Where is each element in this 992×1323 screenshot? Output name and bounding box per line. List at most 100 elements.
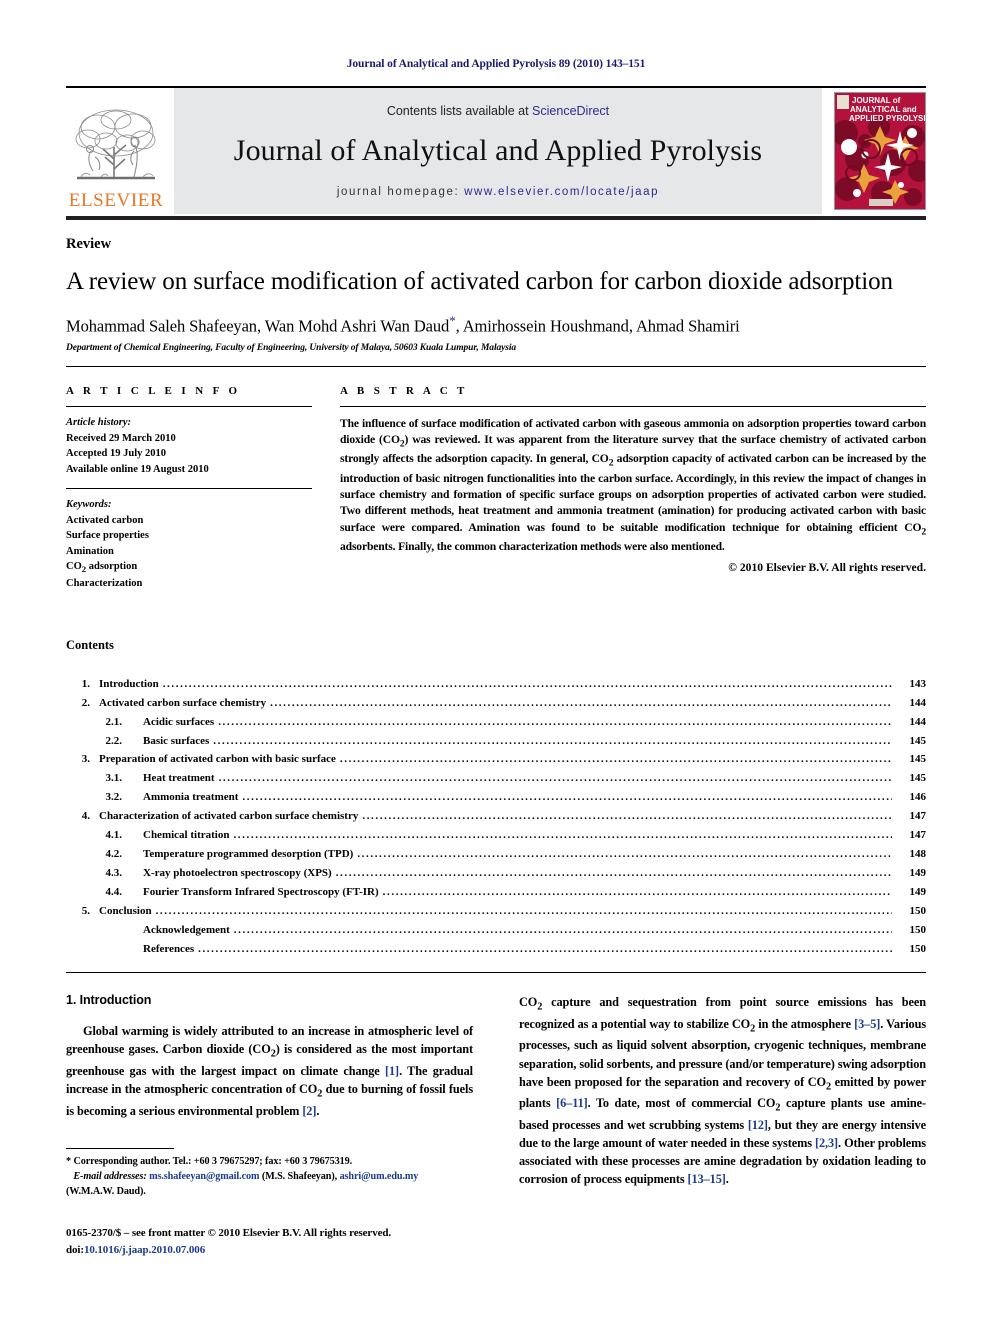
elsevier-logo: ELSEVIER bbox=[66, 88, 166, 214]
toc-entry-number: 4.3. bbox=[105, 866, 123, 879]
toc-entry[interactable]: 3.1. Heat treatment......................… bbox=[66, 769, 927, 788]
toc-leader-dots: ........................................… bbox=[362, 810, 892, 823]
toc-entry-number: 3.1. bbox=[105, 772, 123, 785]
toc-entry-page: 147 bbox=[909, 829, 927, 842]
toc-entry-label: Characterization of activated carbon sur… bbox=[99, 810, 359, 823]
toc-entry-page: 149 bbox=[909, 885, 927, 898]
article-info-column: A R T I C L E I N F O Article history: R… bbox=[66, 385, 312, 592]
abstract-rule bbox=[340, 406, 926, 407]
article-type: Review bbox=[66, 236, 112, 252]
toc-leader-dots: ........................................… bbox=[270, 696, 892, 709]
article-info-rule bbox=[66, 406, 312, 407]
toc-entry-number: 3. bbox=[81, 753, 90, 766]
issn-text: 0165-2370/$ – see front matter © 2010 El… bbox=[66, 1227, 392, 1240]
toc-entry[interactable]: 2.1. Acidic surfaces.....................… bbox=[66, 713, 927, 732]
journal-article-page: Journal of Analytical and Applied Pyroly… bbox=[0, 0, 992, 1323]
running-head: Journal of Analytical and Applied Pyroly… bbox=[346, 58, 646, 70]
toc-entry-number: 2. bbox=[81, 696, 90, 709]
doi-link[interactable]: 10.1016/j.jaap.2010.07.006 bbox=[84, 1244, 205, 1256]
toc-entry-label: Conclusion bbox=[99, 904, 152, 917]
history-accepted: Accepted 19 July 2010 bbox=[66, 448, 167, 460]
toc-entry-number: 2.2. bbox=[105, 734, 123, 747]
toc-entry-page: 145 bbox=[909, 772, 927, 785]
toc-entry-number: 1. bbox=[81, 677, 90, 690]
toc-leader-dots: ........................................… bbox=[242, 791, 892, 804]
email-addresses-label: E-mail addresses: bbox=[73, 1171, 147, 1183]
toc-entry[interactable]: 2. Activated carbon surface chemistry....… bbox=[66, 694, 926, 713]
history-received: Received 29 March 2010 bbox=[66, 432, 176, 444]
author-names-tail: , Amirhossein Houshmand, Ahmad Shamiri bbox=[455, 316, 740, 335]
toc-entry-number: 4.4. bbox=[105, 885, 123, 898]
elsevier-tree-icon bbox=[73, 107, 159, 189]
toc-entry[interactable]: 4.3. X-ray photoelectron spectroscopy (XP… bbox=[66, 864, 927, 883]
toc-entry-label: Chemical titration bbox=[143, 829, 230, 842]
abstract-heading: A B S T R A C T bbox=[340, 385, 468, 397]
toc-entry[interactable]: 5. Conclusion............................… bbox=[66, 902, 926, 921]
contents-available-line: Contents lists available at ScienceDirec… bbox=[387, 104, 609, 118]
toc-leader-dots: ........................................… bbox=[218, 772, 892, 785]
toc-leader-dots: ........................................… bbox=[198, 942, 892, 955]
body-column-right: CO2 capture and sequestration from point… bbox=[519, 993, 926, 1187]
abstract-text: The influence of surface modification of… bbox=[340, 417, 927, 553]
toc-entry-page: 144 bbox=[909, 715, 927, 728]
toc-entry-label: Activated carbon surface chemistry bbox=[99, 696, 267, 709]
toc-entry[interactable]: 3. Preparation of activated carbon with b… bbox=[66, 750, 926, 769]
info-abstract-section: A R T I C L E I N F O Article history: R… bbox=[66, 385, 926, 592]
toc-leader-dots: ........................................… bbox=[213, 734, 892, 747]
toc-entry-number: 4. bbox=[81, 810, 90, 823]
toc-entry[interactable]: 4.1. Chemical titration..................… bbox=[66, 826, 927, 845]
article-history-label: Article history: bbox=[66, 417, 132, 428]
keyword-item: Surface properties bbox=[66, 530, 149, 542]
journal-homepage-line: journal homepage: www.elsevier.com/locat… bbox=[337, 186, 659, 198]
keywords-block: Keywords: Activated carbon Surface prope… bbox=[66, 497, 312, 592]
toc-entry-label: Acknowledgement bbox=[143, 923, 230, 936]
svg-text:JOURNAL of: JOURNAL of bbox=[852, 96, 901, 105]
journal-homepage-link[interactable]: www.elsevier.com/locate/jaap bbox=[464, 186, 659, 198]
footnote-star: * bbox=[66, 1156, 71, 1167]
email-owner-primary: (M.S. Shafeeyan), bbox=[261, 1171, 338, 1183]
toc-leader-dots: ........................................… bbox=[218, 715, 892, 728]
sciencedirect-link[interactable]: ScienceDirect bbox=[532, 104, 609, 118]
journal-homepage-label: journal homepage: bbox=[336, 186, 465, 198]
table-of-contents: 1. Introduction..........................… bbox=[66, 675, 926, 959]
toc-entry-page: 143 bbox=[909, 677, 927, 690]
keyword-item: Activated carbon bbox=[66, 514, 144, 526]
abstract-column: A B S T R A C T The influence of surface… bbox=[340, 385, 926, 592]
toc-entry-label: Acidic surfaces bbox=[143, 715, 215, 728]
toc-entry[interactable]: 4. Characterization of activated carbon s… bbox=[66, 807, 926, 826]
email-link-primary[interactable]: ms.shafeeyan@gmail.com bbox=[149, 1171, 259, 1182]
toc-leader-dots: ........................................… bbox=[233, 923, 892, 936]
toc-entry[interactable]: 3.2. Ammonia treatment...................… bbox=[66, 788, 927, 807]
toc-entry[interactable]: 1. Introduction..........................… bbox=[66, 675, 926, 694]
svg-text:ANALYTICAL and: ANALYTICAL and bbox=[850, 105, 917, 114]
toc-entry-page: 146 bbox=[909, 791, 927, 804]
toc-entry[interactable]: References..............................… bbox=[66, 940, 926, 959]
toc-entry[interactable]: 4.2. Temperature programmed desorption (T… bbox=[66, 845, 927, 864]
toc-entry[interactable]: Acknowledgement.........................… bbox=[66, 921, 926, 940]
toc-entry-label: Preparation of activated carbon with bas… bbox=[99, 753, 336, 766]
keywords-rule bbox=[66, 488, 312, 490]
page-footnote: * Corresponding author. Tel.: +60 3 7967… bbox=[66, 1148, 473, 1258]
toc-entry[interactable]: 4.4. Fourier Transform Infrared Spectrosc… bbox=[66, 883, 927, 902]
toc-leader-dots: ........................................… bbox=[233, 829, 892, 842]
toc-entry-label: Ammonia treatment bbox=[143, 791, 239, 804]
toc-entry-label: Basic surfaces bbox=[143, 734, 210, 747]
toc-entry[interactable]: 2.2. Basic surfaces......................… bbox=[66, 732, 927, 751]
toc-entry-page: 150 bbox=[909, 904, 927, 917]
toc-entry-number: 4.1. bbox=[105, 829, 123, 842]
toc-entry-label: Heat treatment bbox=[143, 772, 215, 785]
section-heading-introduction: 1. Introduction bbox=[66, 993, 152, 1008]
email-link-secondary[interactable]: ashri@um.edu.my bbox=[340, 1171, 419, 1182]
toc-leader-dots: ........................................… bbox=[162, 677, 892, 690]
email-owner-secondary: (W.M.A.W. Daud). bbox=[66, 1186, 146, 1198]
contents-bottom-rule bbox=[66, 972, 926, 974]
toc-entry-label: Temperature programmed desorption (TPD) bbox=[143, 847, 354, 860]
toc-entry-page: 148 bbox=[909, 847, 927, 860]
journal-masthead: ELSEVIER Contents lists available at Sci… bbox=[66, 88, 926, 214]
toc-entry-page: 149 bbox=[909, 866, 927, 879]
toc-leader-dots: ........................................… bbox=[357, 847, 892, 860]
toc-entry-page: 150 bbox=[909, 942, 927, 955]
toc-entry-number: 5. bbox=[81, 904, 90, 917]
toc-entry-page: 147 bbox=[909, 810, 927, 823]
journal-title: Journal of Analytical and Applied Pyroly… bbox=[233, 134, 763, 167]
